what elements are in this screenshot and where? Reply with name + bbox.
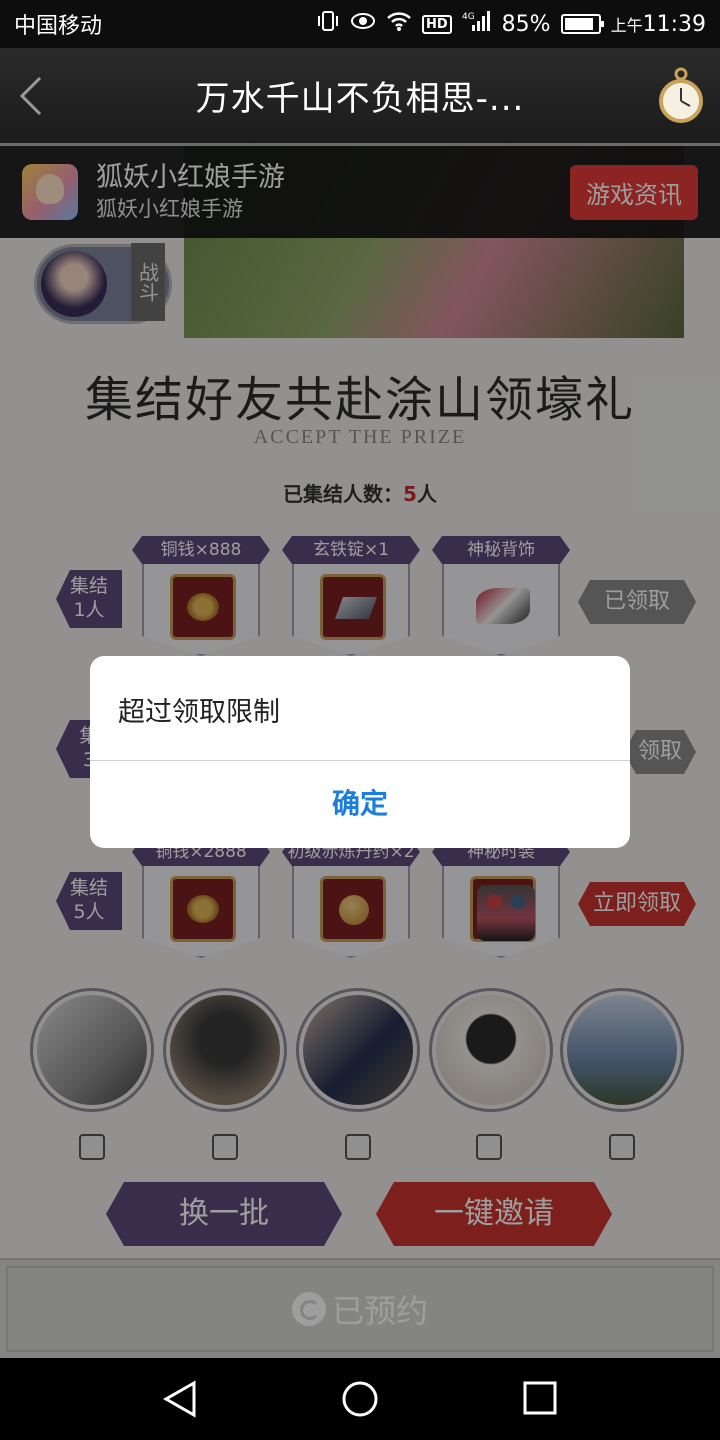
web-content: 狐妖小红娘手游 狐妖小红娘手游 游戏资讯 战斗 集结好友共赴涂山领壕礼 ACCE…: [0, 146, 720, 1358]
title-bar: 万水千山不负相思-...: [0, 48, 720, 146]
alert-dialog: 超过领取限制 确定: [90, 656, 630, 848]
clock-time: 11:39: [642, 11, 706, 37]
back-triangle-icon[interactable]: [162, 1380, 198, 1422]
signal-icon: 4G: [462, 10, 492, 38]
carrier-name: 中国移动: [14, 14, 103, 39]
pocket-watch-icon[interactable]: [658, 66, 704, 124]
battery-percent: 85%: [501, 11, 551, 37]
status-icons: HD 4G 85% 上午11:39: [316, 10, 706, 38]
eye-icon: [350, 11, 376, 37]
battery-icon: [560, 14, 604, 34]
time-ampm: 上午: [610, 15, 643, 35]
page-title: 万水千山不负相思-...: [195, 79, 525, 119]
wifi-icon: [386, 10, 412, 38]
system-nav-bar: [0, 1358, 720, 1440]
hd-badge: HD: [422, 14, 452, 34]
vibrate-icon: [316, 10, 340, 38]
dialog-message: 超过领取限制: [118, 697, 280, 728]
back-arrow-icon[interactable]: [16, 76, 46, 116]
recents-square-icon[interactable]: [522, 1380, 558, 1420]
status-bar: 中国移动 HD 4G 85% 上午11:39: [0, 0, 720, 48]
home-circle-icon[interactable]: [341, 1380, 379, 1422]
network-type: 4G: [462, 12, 475, 22]
confirm-button[interactable]: 确定: [90, 760, 630, 848]
